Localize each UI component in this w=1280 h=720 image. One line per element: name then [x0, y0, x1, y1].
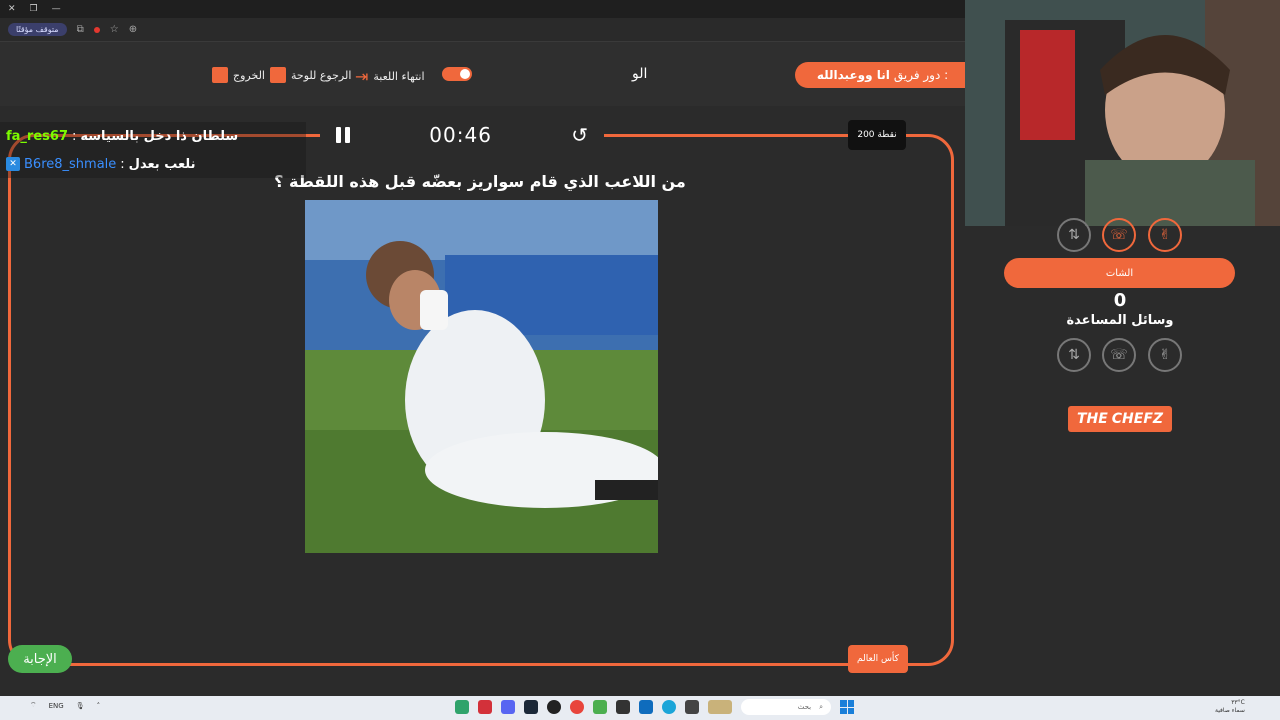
obs-icon[interactable]	[547, 700, 561, 714]
chat-username: B6re8_shmale	[24, 156, 117, 172]
exit-label: الخروج	[233, 68, 265, 82]
wifi-icon[interactable]: ⌔	[30, 701, 37, 710]
extensions-icon[interactable]: ⧉	[77, 24, 84, 35]
end-game-button[interactable]: ⇥ انتهاء اللعبة	[355, 67, 425, 86]
pause-icon[interactable]	[336, 127, 350, 143]
points-badge: 200 نقطة	[848, 120, 906, 150]
center-word: الو	[632, 66, 648, 82]
browser-address-bar: متوقف مؤقتًا ⧉ ☆ ⊕	[0, 18, 965, 42]
taskbar-search[interactable]: بحث ⌕	[741, 699, 831, 715]
discord-icon[interactable]	[501, 700, 515, 714]
app-icon[interactable]	[478, 700, 492, 714]
app-icon[interactable]	[639, 700, 653, 714]
windows-start-icon[interactable]	[840, 700, 854, 714]
chat-separator: :	[120, 156, 125, 172]
chat-text: سلطان ذا دخل بالسياسه	[80, 128, 239, 144]
category-badge: كأس العالم	[848, 645, 908, 673]
search-placeholder: بحث	[797, 703, 812, 711]
chat-message: ✕ B6re8_shmale : نلعب بعدل	[0, 150, 306, 178]
close-window-icon[interactable]: ✕	[8, 4, 16, 14]
edge-icon[interactable]	[662, 700, 676, 714]
swap-question-icon[interactable]: ⇅	[1057, 218, 1091, 252]
app-icon[interactable]	[455, 700, 469, 714]
chat-text: نلعب بعدل	[128, 156, 196, 172]
timer-value: 00:46	[429, 123, 492, 147]
hand-help-icon[interactable]: ✌	[1148, 338, 1182, 372]
webcam-feed	[965, 0, 1280, 226]
turn-team-name: انا ووعبدالله	[816, 68, 890, 82]
chat-separator: :	[72, 128, 77, 144]
exit-button[interactable]: الخروج	[212, 67, 265, 83]
help-title: وسائل المساعدة	[1066, 313, 1174, 328]
tray-expand-icon[interactable]: ˄	[97, 702, 101, 710]
call-friend-icon[interactable]: ☏	[1102, 218, 1136, 252]
app-icon[interactable]	[616, 700, 630, 714]
end-game-arrow-icon: ⇥	[355, 67, 369, 86]
stream-chat-overlay: fa_res67 : سلطان ذا دخل بالسياسه ✕ B6re8…	[0, 122, 306, 178]
weather-desc: سماء صافية	[1215, 707, 1245, 714]
answer-button[interactable]: الإجابة	[8, 645, 72, 673]
question-image	[305, 200, 658, 553]
turn-prefix: دور فريق :	[893, 68, 949, 82]
steam-icon[interactable]	[524, 700, 538, 714]
help-count: 0	[1113, 290, 1127, 311]
windows-taskbar: ⌔ ENG 🎙︎ ˄ بحث ⌕ ٣٣°C سماء صافية	[0, 696, 1280, 720]
minimize-window-icon[interactable]: —	[52, 4, 61, 14]
window-titlebar: ✕ ❐ —	[0, 0, 965, 18]
search-icon: ⌕	[819, 702, 823, 711]
back-to-board-button[interactable]: الرجوع للوحة	[270, 67, 351, 83]
call-friend-icon[interactable]: ☏	[1102, 338, 1136, 372]
restart-timer-icon[interactable]: ↺	[571, 123, 588, 147]
chat-button[interactable]: الشات	[1004, 258, 1235, 288]
logo-the: THE	[1076, 411, 1108, 427]
app-icon[interactable]	[593, 700, 607, 714]
subscriber-badge-icon: ✕	[6, 157, 20, 171]
grid-icon	[270, 67, 286, 83]
star-icon[interactable]: ☆	[110, 24, 119, 35]
game-top-nav: الخروج الرجوع للوحة ⇥ انتهاء اللعبة الو …	[0, 42, 970, 106]
timer-bar: 00:46 ↺	[320, 116, 604, 154]
end-game-toggle[interactable]	[442, 67, 472, 81]
taskbar-apps: بحث ⌕	[455, 699, 854, 715]
widget-icon[interactable]	[708, 700, 732, 714]
language-indicator[interactable]: ENG	[49, 702, 64, 710]
file-explorer-icon[interactable]	[685, 700, 699, 714]
site-info-icon[interactable]: ⊕	[129, 24, 137, 35]
restore-window-icon[interactable]: ❐	[30, 4, 38, 14]
swap-question-icon[interactable]: ⇅	[1057, 338, 1091, 372]
system-tray-left: ⌔ ENG 🎙︎ ˄	[30, 701, 100, 710]
team-turn-pill: انا ووعبدالله دور فريق :	[795, 62, 970, 88]
logo-chefz: CHEFZ	[1111, 411, 1164, 427]
paused-chip[interactable]: متوقف مؤقتًا	[8, 23, 67, 36]
weather-widget[interactable]: ٣٣°C سماء صافية	[1215, 699, 1245, 715]
the-chefz-logo: THE CHEFZ	[1068, 406, 1172, 432]
microphone-icon[interactable]: 🎙︎	[76, 702, 85, 710]
back-label: الرجوع للوحة	[291, 68, 352, 82]
chat-username: fa_res67	[6, 128, 68, 144]
exit-door-icon	[212, 67, 228, 83]
hand-help-icon[interactable]: ✌	[1148, 218, 1182, 252]
chrome-icon[interactable]	[570, 700, 584, 714]
screen: ✕ ❐ — متوقف مؤقتًا ⧉ ☆ ⊕ الخروج الرجوع ل…	[0, 0, 1280, 720]
chat-message: fa_res67 : سلطان ذا دخل بالسياسه	[0, 122, 306, 150]
record-indicator-icon	[93, 26, 100, 33]
weather-temp: ٣٣°C	[1231, 699, 1245, 706]
end-game-label: انتهاء اللعبة	[373, 70, 425, 83]
